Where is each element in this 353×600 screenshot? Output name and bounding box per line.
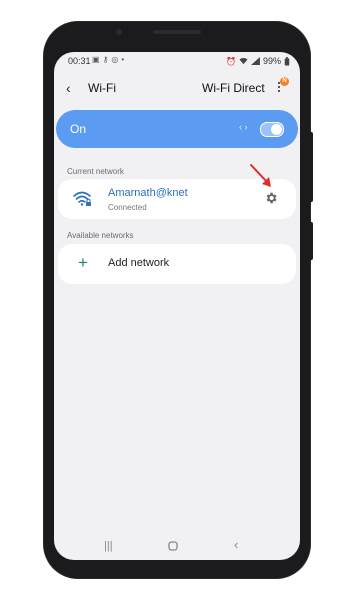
wifi-status-icon bbox=[239, 58, 248, 65]
back-icon[interactable]: ‹ bbox=[234, 537, 238, 552]
earpiece-speaker bbox=[153, 30, 201, 34]
phone-frame: 00:31 ▣ ⚷ ◎ • ⏰ 99% ‹ Wi-Fi Wi-Fi Direct… bbox=[44, 22, 313, 578]
screen: 00:31 ▣ ⚷ ◎ • ⏰ 99% ‹ Wi-Fi Wi-Fi Direct… bbox=[54, 52, 300, 560]
network-status: Connected bbox=[108, 203, 147, 212]
whatsapp-icon: ◎ bbox=[111, 55, 119, 64]
front-camera bbox=[116, 29, 122, 35]
battery-text: 99% bbox=[262, 56, 281, 66]
current-network-label: Current network bbox=[67, 167, 124, 176]
switch-knob bbox=[271, 124, 282, 135]
power-button bbox=[309, 132, 313, 202]
status-bar: 00:31 ▣ ⚷ ◎ • ⏰ 99% bbox=[54, 52, 300, 70]
add-network-label: Add network bbox=[108, 257, 170, 269]
status-left-icons: ▣ ⚷ ◎ • bbox=[92, 55, 124, 64]
key-icon: ⚷ bbox=[102, 55, 109, 64]
image-icon: ▣ bbox=[92, 55, 100, 64]
current-network-card[interactable]: Amarnath@knet Connected bbox=[58, 164, 296, 219]
home-icon[interactable] bbox=[168, 541, 178, 551]
gear-icon[interactable] bbox=[264, 191, 278, 205]
page-title: Wi-Fi bbox=[88, 81, 116, 95]
battery-icon bbox=[284, 56, 290, 66]
status-time: 00:31 bbox=[68, 56, 91, 66]
wifi-lock-icon bbox=[73, 191, 91, 206]
status-right: ⏰ 99% bbox=[226, 56, 290, 66]
toggle-track-marks: ‹ › bbox=[239, 122, 248, 132]
network-name: Amarnath@knet bbox=[108, 187, 188, 199]
navigation-bar: ||| ‹ bbox=[54, 534, 300, 560]
chevron-left-icon[interactable]: ‹ bbox=[66, 80, 71, 96]
notification-badge: N bbox=[280, 77, 289, 86]
plus-icon: + bbox=[78, 253, 88, 272]
toggle-label: On bbox=[70, 122, 87, 136]
signal-icon bbox=[251, 57, 260, 65]
app-header: ‹ Wi-Fi Wi-Fi Direct N bbox=[54, 74, 300, 102]
recents-icon[interactable]: ||| bbox=[104, 540, 113, 552]
red-arrow-annotation bbox=[250, 164, 271, 187]
add-network-row[interactable]: + Add network bbox=[58, 244, 296, 284]
available-networks-label: Available networks bbox=[67, 231, 134, 240]
wifi-direct-link[interactable]: Wi-Fi Direct bbox=[202, 81, 265, 95]
wifi-switch[interactable] bbox=[260, 122, 284, 137]
alarm-icon: ⏰ bbox=[226, 56, 236, 66]
dot-icon: • bbox=[121, 55, 125, 64]
volume-button bbox=[309, 222, 313, 260]
wifi-toggle-bar[interactable]: On ‹ › bbox=[56, 110, 298, 148]
